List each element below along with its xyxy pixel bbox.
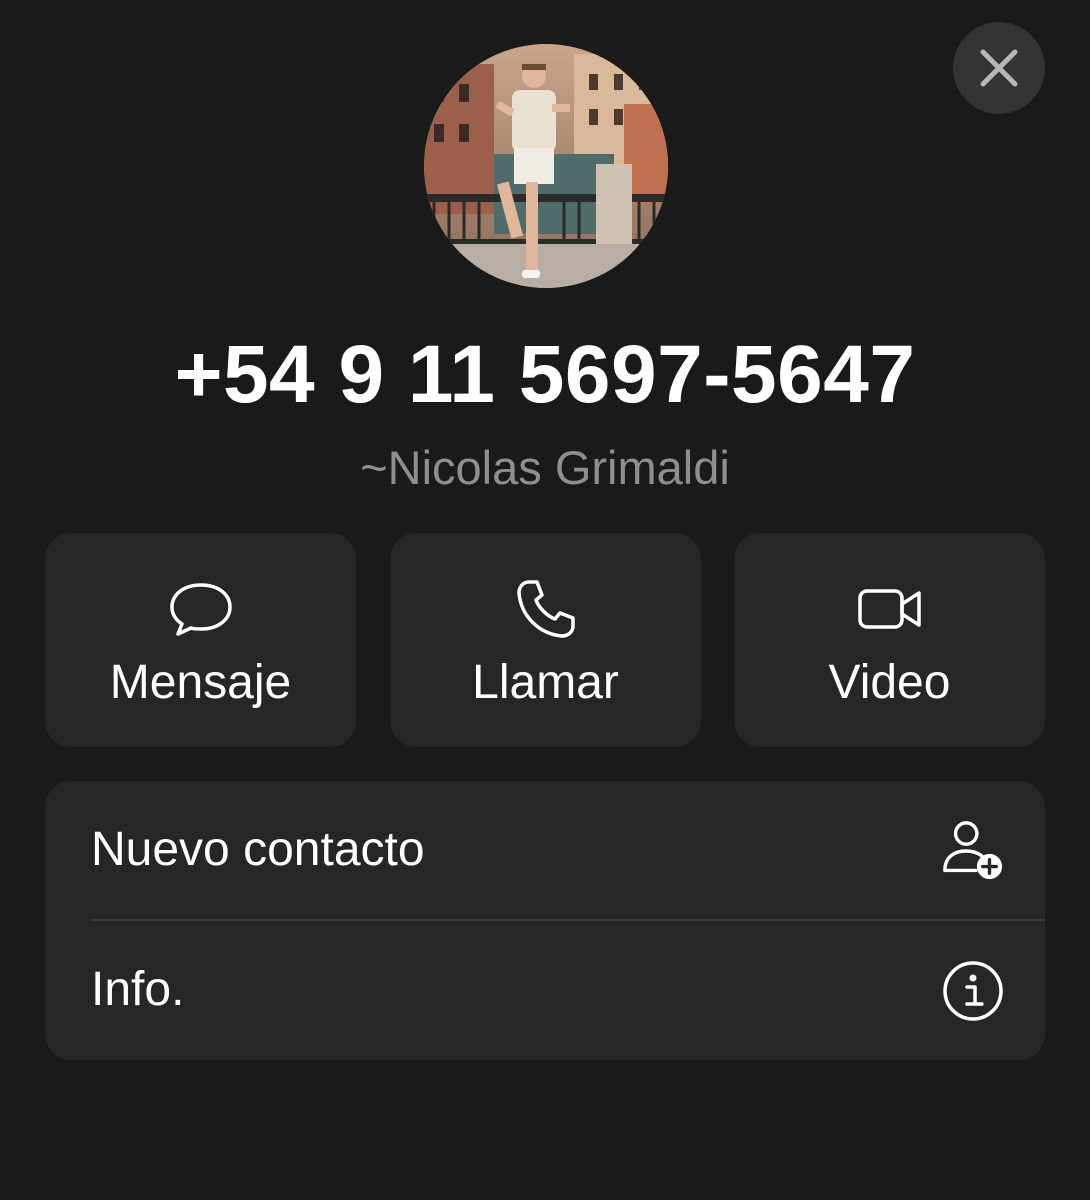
phone-icon — [516, 580, 575, 638]
profile-photo — [424, 44, 668, 288]
contact-options-list: Nuevo contacto Info. — [45, 781, 1045, 1060]
contact-alias: ~Nicolas Grimaldi — [360, 441, 730, 494]
add-person-icon — [943, 821, 1003, 880]
info-label: Info. — [91, 963, 185, 1016]
info-row[interactable]: Info. — [45, 921, 1045, 1060]
new-contact-label: Nuevo contacto — [91, 823, 425, 876]
avatar[interactable] — [424, 44, 668, 288]
call-label: Llamar — [472, 656, 619, 709]
close-icon — [980, 49, 1018, 87]
message-button[interactable]: Mensaje — [45, 533, 356, 747]
phone-number: +54 9 11 5697-5647 — [174, 329, 916, 420]
video-button[interactable]: Video — [734, 533, 1045, 747]
call-button[interactable]: Llamar — [390, 533, 701, 747]
info-icon — [943, 961, 1003, 1021]
new-contact-row[interactable]: Nuevo contacto — [45, 781, 1045, 921]
video-camera-icon — [857, 589, 921, 629]
video-label: Video — [828, 656, 951, 709]
message-bubble-icon — [169, 583, 232, 636]
contact-sheet: +54 9 11 5697-5647 ~Nicolas Grimaldi Men… — [0, 0, 1090, 1200]
close-button[interactable] — [953, 22, 1045, 114]
message-label: Mensaje — [109, 656, 292, 709]
